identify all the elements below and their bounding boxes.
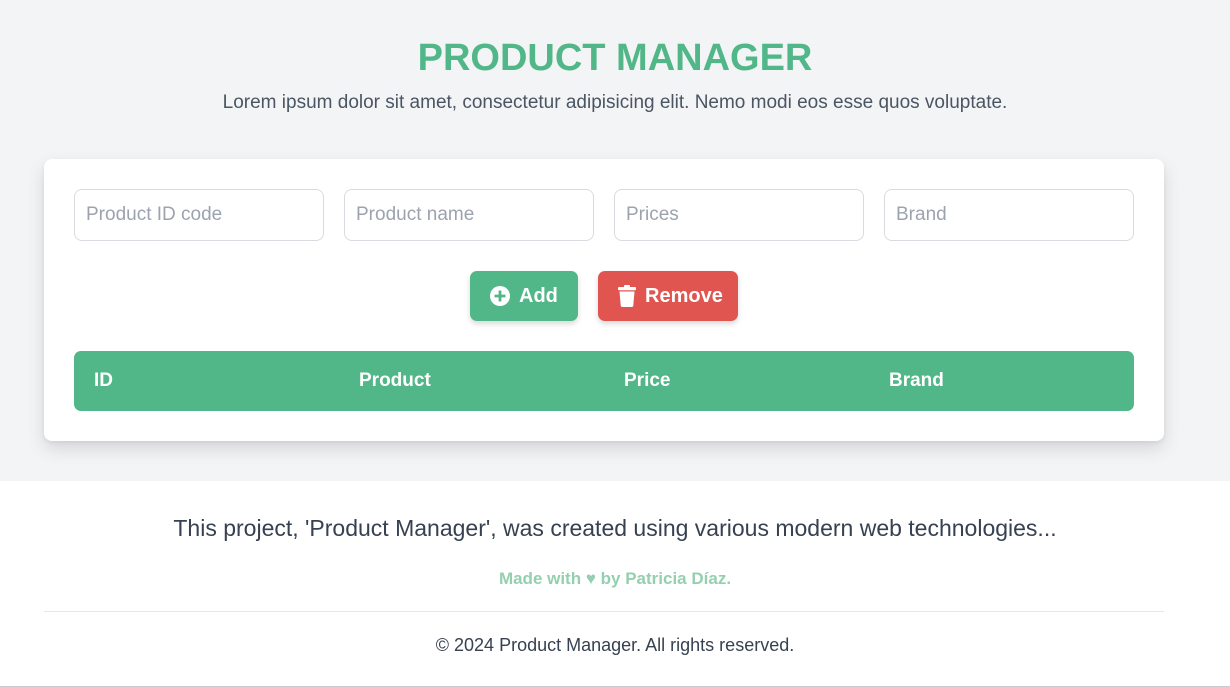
- footer-credit: Made with ♥ by Patricia Díaz.: [498, 569, 732, 588]
- product-inputs: [74, 189, 1134, 241]
- remove-button[interactable]: Remove: [598, 271, 738, 321]
- product-name-input[interactable]: [344, 189, 594, 241]
- footer-description: This project, 'Product Manager', was cre…: [173, 515, 1057, 541]
- brand-input[interactable]: [884, 189, 1134, 241]
- column-header-id: ID: [94, 370, 113, 391]
- trash-icon: [618, 285, 636, 307]
- footer: This project, 'Product Manager', was cre…: [0, 481, 1230, 687]
- footer-divider: [44, 611, 1164, 612]
- product-form-card: Add Remove ID Product Price Brand: [44, 159, 1164, 441]
- add-button[interactable]: Add: [470, 271, 578, 321]
- product-id-input[interactable]: [74, 189, 324, 241]
- product-table-header: ID Product Price Brand: [74, 351, 1134, 411]
- main-section: PRODUCT MANAGER Lorem ipsum dolor sit am…: [0, 0, 1230, 481]
- remove-button-label: Remove: [645, 284, 723, 307]
- price-input[interactable]: [614, 189, 864, 241]
- page-subtitle: Lorem ipsum dolor sit amet, consectetur …: [222, 92, 1008, 113]
- plus-circle-icon: [490, 286, 510, 306]
- copyright-text: © 2024 Product Manager. All rights reser…: [435, 635, 795, 655]
- column-header-brand: Brand: [889, 370, 944, 391]
- action-buttons: Add Remove: [44, 271, 1164, 321]
- add-button-label: Add: [519, 284, 558, 307]
- column-header-price: Price: [624, 370, 671, 391]
- page-title: PRODUCT MANAGER: [417, 37, 813, 79]
- column-header-product: Product: [359, 370, 431, 391]
